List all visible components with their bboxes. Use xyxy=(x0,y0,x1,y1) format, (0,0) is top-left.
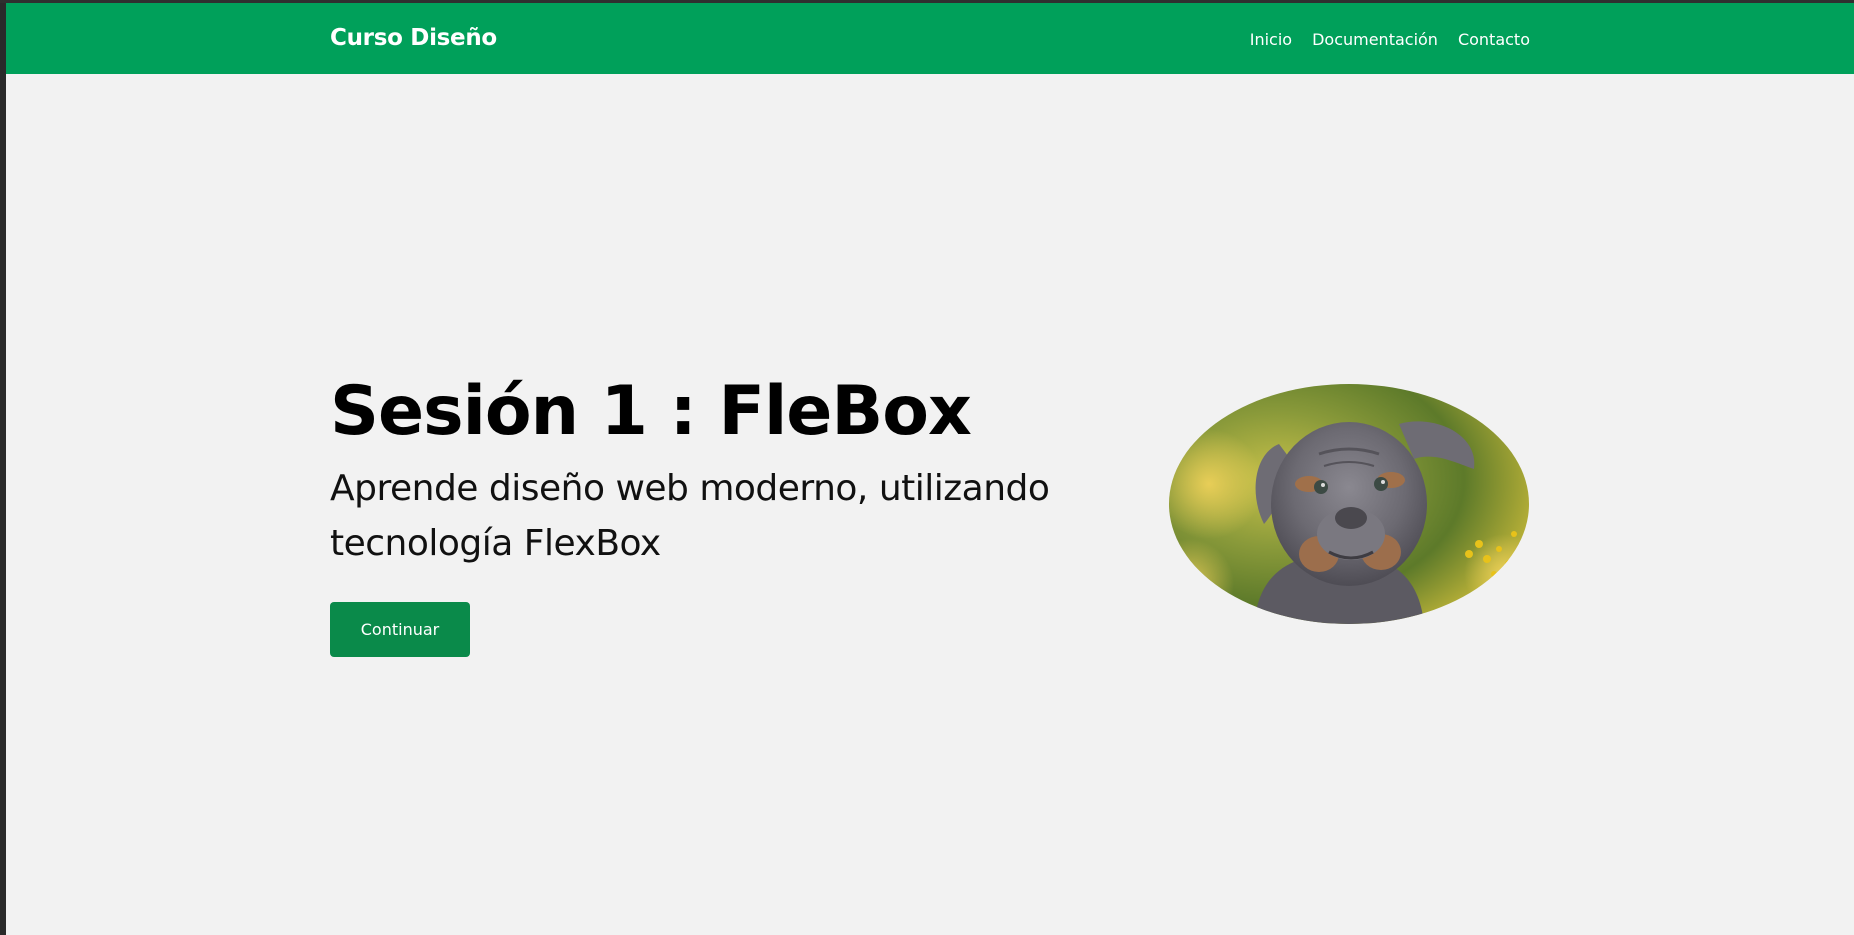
nav-link-inicio[interactable]: Inicio xyxy=(1250,30,1292,49)
hero-subtitle: Aprende diseño web moderno, utilizando t… xyxy=(330,468,1050,564)
brand-logo[interactable]: Curso Diseño xyxy=(330,25,497,51)
navbar: Curso Diseño Inicio Documentación Contac… xyxy=(6,3,1854,74)
puppy-image xyxy=(1169,384,1529,624)
nav-menu: Inicio Documentación Contacto xyxy=(1250,30,1530,49)
continue-button[interactable]: Continuar xyxy=(330,602,470,657)
nav-link-documentacion[interactable]: Documentación xyxy=(1312,30,1438,49)
page-viewport: Curso Diseño Inicio Documentación Contac… xyxy=(6,3,1854,935)
nav-link-contacto[interactable]: Contacto xyxy=(1458,30,1530,49)
